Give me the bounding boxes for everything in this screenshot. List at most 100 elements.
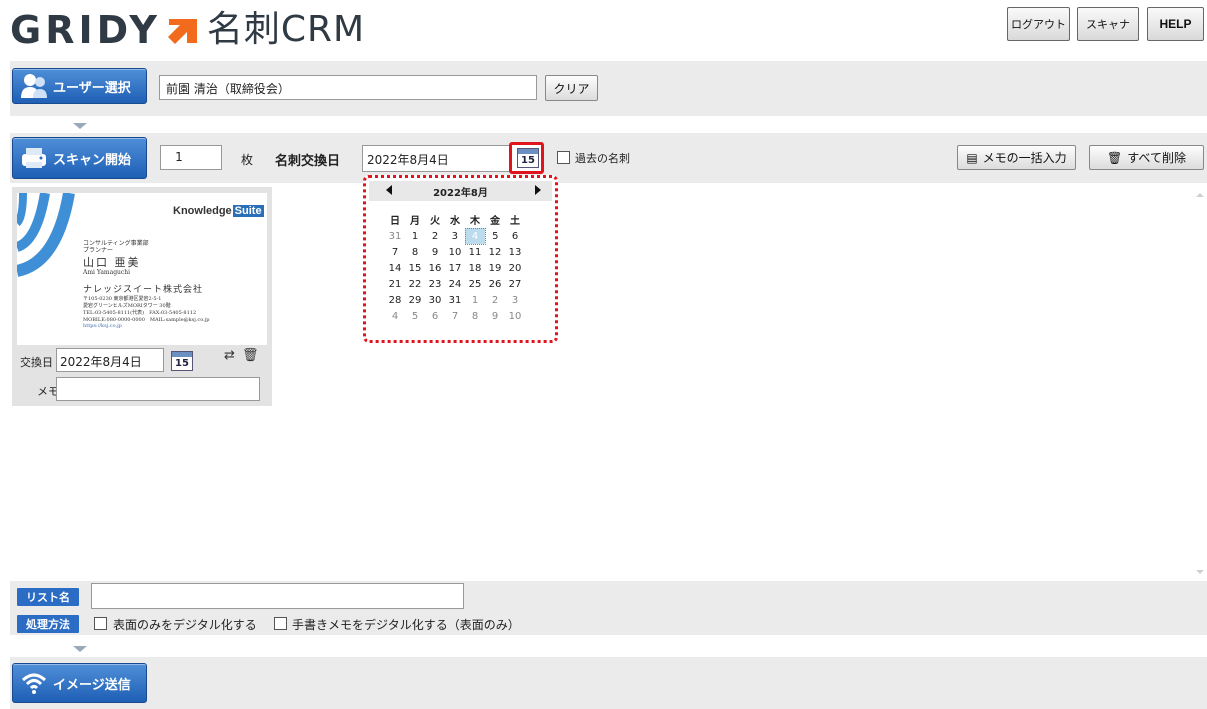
start-scan-label: スキャン開始 [53, 152, 132, 168]
date-picker-grid: 日月火水木金土 31 1 2 3 4 5 6 7 8 9 10 11 12 13 14 15 16 17 18 19 2… [385, 211, 525, 324]
calendar-day[interactable]: 7 [385, 244, 405, 260]
front-only-label: 表面のみをデジタル化する [113, 618, 257, 632]
flip-card-icon[interactable]: ⇄ [224, 348, 235, 363]
next-month-icon[interactable] [535, 185, 541, 195]
calendar-day[interactable]: 13 [505, 244, 525, 260]
calendar-day-selected[interactable]: 4 [464, 227, 486, 245]
trash-icon: 🗑 [1107, 150, 1123, 165]
delete-all-button[interactable]: 🗑 すべて削除 [1089, 145, 1204, 170]
delete-all-label: すべて削除 [1127, 151, 1186, 165]
card-title: プランナー [83, 247, 114, 254]
calendar-day[interactable]: 2 [485, 292, 505, 308]
sheet-unit-label: 枚 [241, 153, 254, 167]
calendar-day[interactable]: 6 [505, 228, 525, 244]
scroll-up-arrow-icon[interactable] [1196, 193, 1204, 197]
calendar-day[interactable]: 27 [505, 276, 525, 292]
weekday-header: 火 [430, 216, 440, 227]
card-address-1: 〒105-0230 東京都港区愛宕2-5-1 [83, 296, 162, 302]
calendar-day[interactable]: 8 [465, 308, 485, 324]
weekday-header: 月 [410, 216, 420, 227]
calendar-day[interactable]: 23 [425, 276, 445, 292]
help-button[interactable]: HELP [1147, 7, 1204, 41]
past-cards-label: 過去の名刺 [575, 152, 630, 165]
knowledge-suite-logo: Knowledge Suite [173, 205, 264, 217]
calendar-day[interactable]: 21 [385, 276, 405, 292]
calendar-day[interactable]: 1 [405, 228, 425, 244]
logout-button[interactable]: ログアウト [1007, 7, 1070, 41]
send-image-button[interactable]: イメージ送信 [12, 663, 147, 703]
card-memo-input[interactable] [56, 377, 260, 401]
scroll-down-arrow-icon[interactable] [1196, 570, 1204, 574]
card-exchange-label: 交換日 [20, 356, 53, 369]
calendar-day[interactable]: 8 [405, 244, 425, 260]
calendar-day[interactable]: 26 [485, 276, 505, 292]
select-user-label: ユーザー選択 [53, 80, 131, 96]
card-name-roman: Ami Yamaguchi [83, 269, 131, 276]
calendar-day[interactable]: 12 [485, 244, 505, 260]
calendar-day[interactable]: 5 [405, 308, 425, 324]
calendar-icon: 15 [517, 148, 539, 168]
delete-card-icon[interactable]: 🗑 [242, 348, 259, 363]
arrow-logo-icon [167, 19, 197, 44]
weekday-header: 木 [470, 215, 480, 227]
sheet-count-input[interactable]: 1 [160, 145, 222, 170]
past-cards-checkbox[interactable] [557, 151, 570, 164]
scanner-button[interactable]: スキャナ [1077, 7, 1139, 41]
handwritten-memo-checkbox[interactable] [274, 617, 287, 630]
calendar-day[interactable]: 19 [485, 260, 505, 276]
select-user-button[interactable]: ユーザー選択 [12, 68, 147, 104]
selected-user-field[interactable]: 前園 清治（取締役会） [159, 75, 537, 100]
card-name: 山口 亜美 [83, 256, 141, 269]
calendar-day[interactable]: 20 [505, 260, 525, 276]
calendar-day[interactable]: 22 [405, 276, 425, 292]
clear-button[interactable]: クリア [545, 75, 598, 101]
calendar-day[interactable]: 7 [445, 308, 465, 324]
calendar-day[interactable]: 9 [485, 308, 505, 324]
calendar-day[interactable]: 1 [465, 292, 485, 308]
calendar-day[interactable]: 15 [405, 260, 425, 276]
exchange-date-input[interactable]: 2022年8月4日 [362, 145, 510, 172]
weekday-header: 土 [510, 216, 520, 227]
calendar-day[interactable]: 2 [425, 228, 445, 244]
calendar-day[interactable]: 5 [485, 228, 505, 244]
calendar-button[interactable]: 15 [509, 142, 544, 174]
calendar-day[interactable]: 16 [425, 260, 445, 276]
calendar-day[interactable]: 24 [445, 276, 465, 292]
start-scan-button[interactable]: スキャン開始 [12, 137, 147, 179]
calendar-day[interactable]: 17 [445, 260, 465, 276]
card-url: https://ksj.co.jp [83, 323, 122, 329]
logo-gridy-text: GRIDY [10, 8, 161, 52]
calendar-day[interactable]: 28 [385, 292, 405, 308]
calendar-day[interactable]: 3 [445, 228, 465, 244]
calendar-day[interactable]: 10 [445, 244, 465, 260]
calendar-day[interactable]: 31 [445, 292, 465, 308]
calendar-day[interactable]: 25 [465, 276, 485, 292]
calendar-day[interactable]: 18 [465, 260, 485, 276]
users-icon [21, 74, 47, 98]
calendar-day[interactable]: 11 [465, 244, 485, 260]
calendar-day[interactable]: 14 [385, 260, 405, 276]
calendar-day[interactable]: 3 [505, 292, 525, 308]
card-mobile-mail: MOBILE:080-0000-0000 MAIL:sample@ksj.co.… [83, 317, 210, 323]
handwritten-memo-label: 手書きメモをデジタル化する（表面のみ） [292, 618, 520, 632]
calendar-day[interactable]: 9 [425, 244, 445, 260]
card-address-2: 愛宕グリーンヒルズMORIタワー 30階 [83, 303, 171, 309]
calendar-day[interactable]: 31 [385, 228, 405, 244]
card-exchange-date-input[interactable]: 2022年8月4日 [56, 348, 164, 372]
bulk-memo-button[interactable]: ▤ メモの一括入力 [957, 145, 1076, 170]
calendar-day[interactable]: 10 [505, 308, 525, 324]
send-band [10, 657, 1207, 709]
card-swirl-graphic [17, 193, 75, 277]
calendar-day[interactable]: 4 [385, 308, 405, 324]
card-calendar-icon[interactable]: 15 [171, 351, 193, 371]
calendar-day[interactable]: 30 [425, 292, 445, 308]
weekday-header: 金 [490, 216, 500, 227]
list-name-input[interactable] [91, 583, 464, 609]
front-only-checkbox[interactable] [94, 617, 107, 630]
calendar-day[interactable]: 6 [425, 308, 445, 324]
date-picker-header: 2022年8月 [369, 181, 552, 201]
step-down-arrow-icon-2 [73, 646, 87, 652]
memo-icon: ▤ [966, 150, 978, 165]
calendar-day[interactable]: 29 [405, 292, 425, 308]
business-card-image[interactable]: Knowledge Suite コンサルティング事業部 プランナー 山口 亜美 A… [17, 193, 267, 345]
